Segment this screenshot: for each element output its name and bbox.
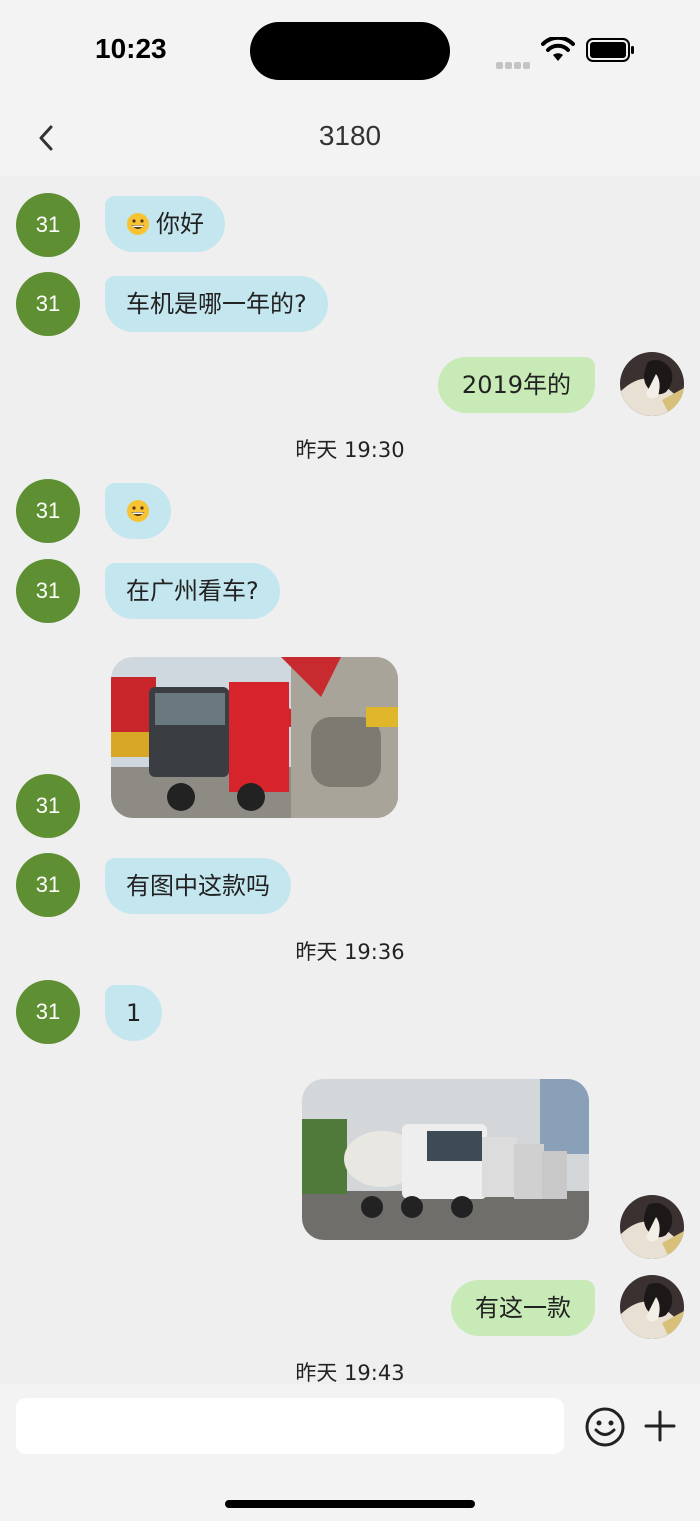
message-bubble-sent[interactable]: 有这一款 [451,1280,595,1336]
cement-mixer-trucks-photo [302,1079,589,1240]
message-bubble-received[interactable]: 在广州看车? [105,563,280,619]
concrete-pump-truck-photo [111,657,398,818]
contact-avatar[interactable]: 31 [16,774,80,838]
wifi-icon [541,37,575,61]
timestamp: 昨天 19:36 [295,940,405,964]
message-list[interactable]: 31 你好 31 车机是哪一年的? 2019年的 昨天 19:30 31 31 … [0,176,700,1385]
battery-icon [586,38,634,62]
my-avatar[interactable] [620,352,684,416]
contact-avatar[interactable]: 31 [16,980,80,1044]
composer-bar [0,1384,700,1521]
message-bubble-received[interactable]: 1 [105,985,163,1041]
image-message-truck[interactable] [111,657,398,818]
message-text: 1 [126,999,142,1027]
contact-avatar[interactable]: 31 [16,272,80,336]
message-bubble-received[interactable]: 车机是哪一年的? [105,276,328,332]
message-bubble-sent[interactable]: 2019年的 [437,357,595,413]
dynamic-island [250,22,450,80]
timestamp: 昨天 19:30 [295,438,405,462]
dog-photo-avatar-image [620,1195,684,1259]
message-text: 在广州看车? [126,577,259,605]
dog-photo-avatar-image [620,1275,684,1339]
grinning-face-emoji-icon [127,213,149,235]
cellular-signal-icon [496,54,532,73]
dog-photo-avatar-image [620,352,684,416]
timestamp: 昨天 19:43 [295,1361,405,1385]
add-attachment-button[interactable] [642,1408,678,1444]
status-time: 10:23 [95,33,167,64]
message-bubble-received[interactable]: 有图中这款吗 [105,858,291,914]
contact-avatar[interactable]: 31 [16,479,80,543]
message-bubble-received[interactable]: 你好 [105,196,225,252]
my-avatar[interactable] [620,1195,684,1259]
message-text: 2019年的 [461,371,571,399]
contact-avatar[interactable]: 31 [16,853,80,917]
home-indicator [225,1500,475,1508]
contact-avatar[interactable]: 31 [16,559,80,623]
message-text: 你好 [156,210,204,238]
message-text: 车机是哪一年的? [126,290,307,318]
grinning-face-emoji-icon [127,500,149,522]
page-title: 3180 [318,120,382,151]
status-bar: 10:23 [0,0,700,100]
emoji-picker-button[interactable] [584,1406,626,1448]
message-input[interactable] [16,1398,564,1454]
message-text: 有这一款 [475,1294,571,1322]
message-text: 有图中这款吗 [126,872,270,900]
message-bubble-received[interactable] [105,483,171,539]
nav-bar: 3180 [0,100,700,176]
contact-avatar[interactable]: 31 [16,193,80,257]
my-avatar[interactable] [620,1275,684,1339]
image-message-mixer-trucks[interactable] [302,1079,589,1240]
